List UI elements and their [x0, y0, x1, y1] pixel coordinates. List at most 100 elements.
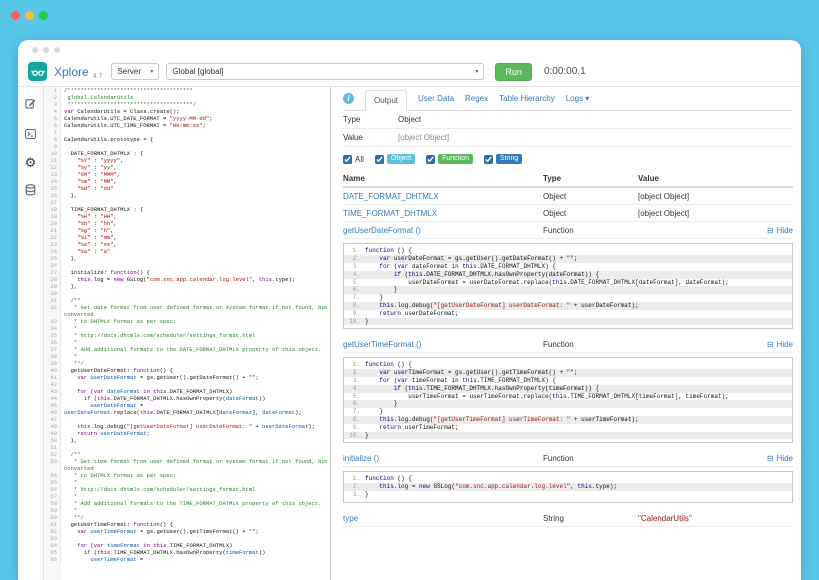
result-name-link[interactable]: initialize () [343, 454, 379, 463]
code-line[interactable]: 63 [44, 535, 330, 542]
close-button[interactable] [11, 11, 20, 20]
code-line[interactable]: 53 * Get time format from user defined f… [44, 458, 330, 472]
zoom-button[interactable] [39, 11, 48, 20]
code-line[interactable]: 18 TIME_FORMAT_DHTMLX : { [44, 206, 330, 213]
tab-table-hierarchy[interactable]: Table Hierarchy [499, 94, 555, 103]
scope-select[interactable]: Global [global] ▾ [166, 63, 484, 80]
code-line[interactable]: 46userDateFormat.replace(this.DATE_FORMA… [44, 409, 330, 416]
code-line[interactable]: 45 userDateFormat = [44, 402, 330, 409]
hide-toggle[interactable]: ⊟Hide [767, 454, 793, 463]
code-line[interactable]: 24 "%a" : "a" [44, 248, 330, 255]
filter-string[interactable]: String [484, 154, 522, 164]
database-icon[interactable] [25, 184, 36, 200]
code-line[interactable]: 66 userTimeFormat = [44, 556, 330, 563]
tab-output[interactable]: Output [365, 90, 407, 111]
code-line[interactable]: 38 * [44, 353, 330, 360]
code-line[interactable]: 10 DATE_FORMAT_DHTMLX : { [44, 150, 330, 157]
code-line[interactable]: 52 /** [44, 451, 330, 458]
result-name-link[interactable]: TIME_FORMAT_DHTMLX [343, 209, 437, 218]
result-name-link[interactable]: DATE_FORMAT_DHTMLX [343, 192, 439, 201]
code-line[interactable]: 3 **************************************… [44, 101, 330, 108]
code-line[interactable]: 32 * Get date format from user defined f… [44, 304, 330, 318]
filter-all[interactable]: All [343, 155, 364, 164]
code-line[interactable]: 54 * to DHTMLX format as per spec: [44, 472, 330, 479]
code-line[interactable]: 28 this.log = new GSLog("com.snc.app.cal… [44, 276, 330, 283]
tab-regex[interactable]: Regex [465, 94, 488, 103]
code-line[interactable]: 7 [44, 129, 330, 136]
code-line[interactable]: 23 "%s" : "ss", [44, 241, 330, 248]
inner-zoom-button[interactable] [54, 47, 60, 53]
code-line[interactable]: 17 [44, 199, 330, 206]
tab-logs[interactable]: Logs ▾ [566, 94, 590, 103]
code-line[interactable]: 64 for (var timeFormat in this.TIME_FORM… [44, 542, 330, 549]
code-line[interactable]: 31 /** [44, 297, 330, 304]
info-icon[interactable]: i [343, 93, 354, 104]
inner-minimize-button[interactable] [43, 47, 49, 53]
script-icon[interactable] [25, 97, 36, 113]
code-line[interactable]: 48 this.log.debug("[getUserDateFormat] u… [44, 423, 330, 430]
code-line[interactable]: 51 [44, 444, 330, 451]
code-line[interactable]: 15 "%d" : "dd" [44, 185, 330, 192]
inner-close-button[interactable] [32, 47, 38, 53]
filter-function[interactable]: Function [426, 154, 473, 164]
code-line[interactable]: 61 getUserTimeFormat: function() { [44, 521, 330, 528]
code-line[interactable]: 49 return userDateFormat; [44, 430, 330, 437]
code-line[interactable]: 16 }, [44, 192, 330, 199]
code-line[interactable]: 60 **/ [44, 514, 330, 521]
code-line[interactable]: 65 if (this.TIME_FORMAT_DHTMLX.hasOwnPro… [44, 549, 330, 556]
code-line[interactable]: 11 "%Y" : "yyyy", [44, 157, 330, 164]
code-line[interactable]: 2 global.CalendarUtils [44, 94, 330, 101]
code-line[interactable]: 6CalendarUtils.UTC_TIME_FORMAT = "HH:mm:… [44, 122, 330, 129]
result-name-link[interactable]: getUserTimeFormat () [343, 340, 421, 349]
code-line[interactable]: 29 }, [44, 283, 330, 290]
code-line[interactable]: 47 [44, 416, 330, 423]
code-line[interactable]: 57 * [44, 493, 330, 500]
code-line[interactable]: 40 getUserDateFormat: function() { [44, 367, 330, 374]
minimize-button[interactable] [25, 11, 34, 20]
code-line[interactable]: 25 }, [44, 255, 330, 262]
code-line[interactable]: 33 * to DHTMLX format as per spec: [44, 318, 330, 325]
server-select[interactable]: Server ▾ [111, 63, 159, 80]
code-line[interactable]: 12 "%y" : "yy", [44, 164, 330, 171]
code-line[interactable]: 1/************************************** [44, 87, 330, 94]
code-line[interactable]: 8CalendarUtils.prototype = { [44, 136, 330, 143]
filter-checkbox-all[interactable] [343, 155, 352, 164]
code-line[interactable]: 19 "%H" : "HH", [44, 213, 330, 220]
code-line[interactable]: 22 "%i" : "mm", [44, 234, 330, 241]
code-line[interactable]: 50 }, [44, 437, 330, 444]
code-line[interactable]: 21 "%g" : "h", [44, 227, 330, 234]
code-line[interactable]: 20 "%h" : "hh", [44, 220, 330, 227]
code-line[interactable]: 5CalendarUtils.UTC_DATE_FORMAT = "yyyy-M… [44, 115, 330, 122]
code-line[interactable]: 42 [44, 381, 330, 388]
hide-toggle[interactable]: ⊟Hide [767, 340, 793, 349]
terminal-icon[interactable] [25, 127, 36, 143]
code-line[interactable]: 39 **/ [44, 360, 330, 367]
hide-toggle[interactable]: ⊟Hide [767, 226, 793, 235]
code-line[interactable]: 43 for (var dateFormat in this.DATE_FORM… [44, 388, 330, 395]
filter-checkbox-object[interactable] [375, 155, 384, 164]
code-line[interactable]: 34 * [44, 325, 330, 332]
code-line[interactable]: 62 var userTimeFormat = gs.getUser().get… [44, 528, 330, 535]
result-name-link[interactable]: getUserDateFormat () [343, 226, 421, 235]
code-line[interactable]: 58 * Add additional formats to the TIME_… [44, 500, 330, 507]
code-line[interactable]: 44 if (this.DATE_FORMAT_DHTMLX.hasOwnPro… [44, 395, 330, 402]
gear-icon[interactable]: ⚙ [25, 157, 37, 170]
run-button[interactable]: Run [495, 63, 532, 81]
code-line[interactable]: 37 * Add additional formats to the DATE_… [44, 346, 330, 353]
filter-object[interactable]: Object [375, 154, 415, 164]
code-line[interactable]: 55 * [44, 479, 330, 486]
code-line[interactable]: 36 * [44, 339, 330, 346]
code-line[interactable]: 26 [44, 262, 330, 269]
code-line[interactable]: 9 [44, 143, 330, 150]
code-line[interactable]: 35 * http://docs.dhtmlx.com/scheduler/se… [44, 332, 330, 339]
filter-checkbox-function[interactable] [426, 155, 435, 164]
code-line[interactable]: 56 * http://docs.dhtmlx.com/scheduler/se… [44, 486, 330, 493]
tab-user-data[interactable]: User Data [418, 94, 454, 103]
code-line[interactable]: 59 * [44, 507, 330, 514]
code-editor[interactable]: 1/**************************************… [44, 87, 331, 580]
result-name-link[interactable]: type [343, 514, 358, 523]
code-line[interactable]: 27 initialize: function() { [44, 269, 330, 276]
code-line[interactable]: 14 "%m" : "MM", [44, 178, 330, 185]
code-line[interactable]: 13 "%M" : "MMM", [44, 171, 330, 178]
code-line[interactable]: 4var CalendarUtils = Class.create(); [44, 108, 330, 115]
